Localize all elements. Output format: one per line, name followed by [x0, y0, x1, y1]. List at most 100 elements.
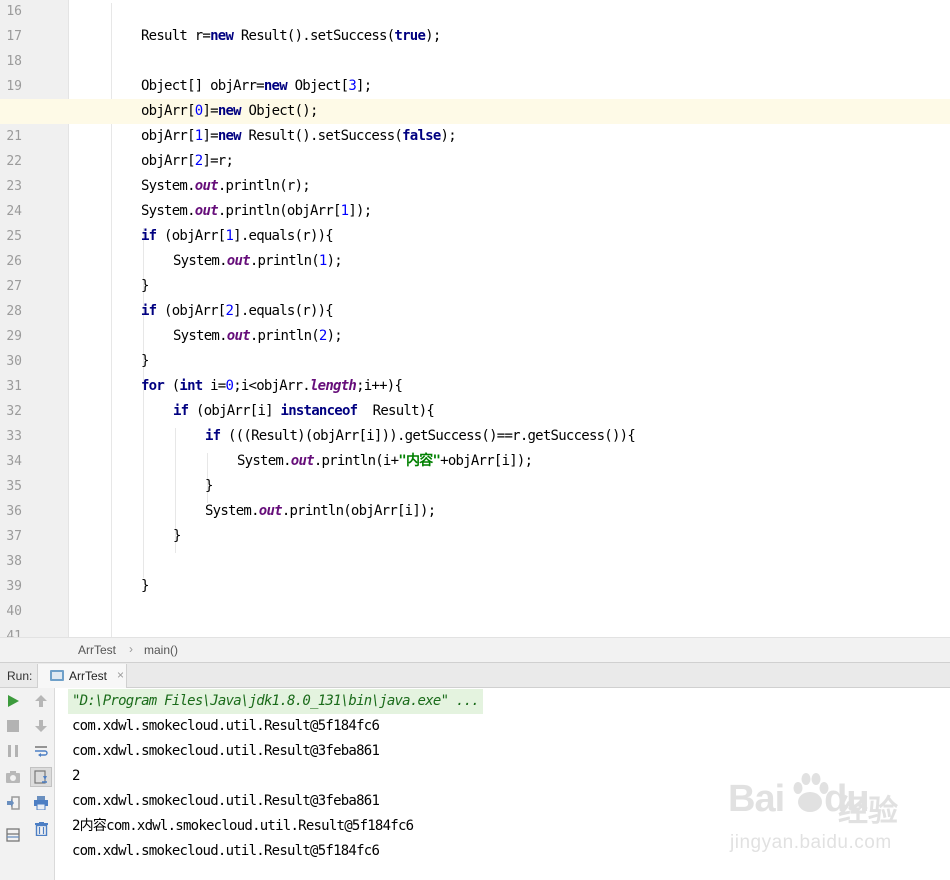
code-token-plain: }	[141, 353, 149, 369]
code-line[interactable]: System.out.println(2);	[0, 324, 950, 349]
code-token-plain: ;i<objArr.	[233, 378, 311, 394]
code-line[interactable]: System.out.println(1);	[0, 249, 950, 274]
code-line[interactable]: if (objArr[1].equals(r)){	[0, 224, 950, 249]
code-token-fld: out	[194, 203, 219, 219]
code-token-kw: false	[402, 128, 441, 144]
code-token-fld: out	[290, 453, 315, 469]
code-line[interactable]: System.out.println(r);	[0, 174, 950, 199]
code-token-plain: ;i++){	[356, 378, 403, 394]
code-token-plain: ]);	[348, 203, 372, 219]
close-tab-icon[interactable]: ×	[117, 668, 124, 682]
code-token-plain: .println(	[249, 328, 320, 344]
code-token-plain: }	[173, 528, 181, 544]
console-output-line: 2	[72, 768, 80, 784]
code-line[interactable]: for (int i=0;i<objArr.length;i++){	[0, 374, 950, 399]
code-editor[interactable]: 1617181920212223242526272829303132333435…	[0, 0, 950, 637]
code-line[interactable]	[0, 599, 950, 624]
breadcrumb-method[interactable]: main()	[144, 643, 178, 657]
code-token-plain: .println(objArr[	[217, 203, 342, 219]
console-output-line: com.xdwl.smokecloud.util.Result@3feba861	[72, 743, 380, 759]
console-output-line: com.xdwl.smokecloud.util.Result@5f184fc6	[72, 843, 380, 859]
code-line[interactable]: Object[] objArr=new Object[3];	[0, 74, 950, 99]
code-text: }	[141, 349, 149, 374]
code-token-plain: ]=	[202, 103, 218, 119]
code-line[interactable]	[0, 549, 950, 574]
code-token-plain: ]=	[202, 128, 218, 144]
code-line[interactable]: }	[0, 524, 950, 549]
code-token-kw: int	[179, 378, 203, 394]
code-token-plain: );	[425, 28, 441, 44]
layout-icon[interactable]	[2, 825, 24, 845]
code-line[interactable]	[0, 0, 950, 24]
code-text: System.out.println(objArr[1]);	[141, 199, 372, 224]
rerun-icon[interactable]	[2, 691, 24, 711]
code-token-kw: if	[173, 403, 189, 419]
code-token-plain: );	[326, 328, 343, 344]
code-line[interactable]	[0, 49, 950, 74]
scroll-up-icon[interactable]	[30, 691, 52, 711]
camera-icon[interactable]	[2, 767, 24, 787]
breadcrumb-separator: ›	[129, 642, 133, 656]
scroll-to-end-icon[interactable]	[30, 767, 52, 787]
code-text: System.out.println(i+"内容"+objArr[i]);	[237, 449, 533, 474]
code-line[interactable]: System.out.println(i+"内容"+objArr[i]);	[0, 449, 950, 474]
code-token-plain: (((Result)(objArr[i])).getSuccess()==r.g…	[220, 428, 636, 444]
code-line[interactable]: }	[0, 349, 950, 374]
trash-icon[interactable]	[30, 819, 52, 839]
run-tab-label: ArrTest	[69, 669, 108, 683]
soft-wrap-icon[interactable]	[30, 741, 52, 761]
code-text: if (objArr[2].equals(r)){	[141, 299, 334, 324]
exit-icon[interactable]	[2, 793, 24, 813]
code-token-plain: Object[] objArr=	[141, 78, 265, 94]
code-line[interactable]: if (objArr[2].equals(r)){	[0, 299, 950, 324]
code-text: System.out.println(r);	[141, 174, 311, 199]
console-output-line: 2内容com.xdwl.smokecloud.util.Result@5f184…	[72, 818, 414, 834]
code-line[interactable]	[0, 624, 950, 637]
code-token-plain: objArr[	[141, 128, 196, 144]
code-token-plain: System.	[141, 203, 196, 219]
code-line[interactable]: if (objArr[i] instanceof Result){	[0, 399, 950, 424]
run-config-icon	[50, 670, 64, 681]
code-token-num: 1	[225, 228, 234, 244]
code-line[interactable]: System.out.println(objArr[1]);	[0, 199, 950, 224]
code-token-fld: out	[258, 503, 283, 519]
pause-icon[interactable]	[2, 741, 24, 761]
code-token-plain: ]=r;	[202, 153, 234, 169]
code-line[interactable]: System.out.println(objArr[i]);	[0, 499, 950, 524]
code-line[interactable]: }	[0, 574, 950, 599]
scroll-down-icon[interactable]	[30, 716, 52, 736]
code-lines[interactable]: Result r=new Result().setSuccess(true); O…	[0, 0, 950, 637]
breadcrumb-class[interactable]: ArrTest	[78, 643, 116, 657]
print-icon[interactable]	[30, 793, 52, 813]
breadcrumb: ArrTest › main()	[0, 637, 950, 662]
code-token-plain: System.	[173, 253, 228, 269]
code-token-plain: Result().setSuccess(	[233, 28, 395, 44]
code-token-plain: .println(i+	[313, 453, 399, 469]
watermark-url: jingyan.baidu.com	[730, 832, 892, 853]
code-line[interactable]: objArr[1]=new Result().setSuccess(false)…	[0, 124, 950, 149]
code-token-kw: instanceof	[280, 403, 359, 419]
code-token-plain: Object();	[240, 103, 319, 119]
code-token-plain: objArr[	[141, 103, 196, 119]
run-tab-arrtest[interactable]: ArrTest ×	[37, 664, 127, 688]
code-line[interactable]: }	[0, 274, 950, 299]
baidu-jingyan-watermark: Bai du 经验 jingyan.baidu.com	[728, 770, 938, 865]
code-line[interactable]: }	[0, 474, 950, 499]
code-text: if (objArr[1].equals(r)){	[141, 224, 334, 249]
code-text: }	[141, 274, 149, 299]
current-code-line[interactable]: objArr[0]=new Object();	[0, 99, 950, 124]
run-tool-window-header: Run: ArrTest ×	[0, 662, 950, 688]
code-text: }	[173, 524, 181, 549]
code-token-plain: }	[205, 478, 213, 494]
code-text: if (((Result)(objArr[i])).getSuccess()==…	[205, 424, 636, 449]
code-line[interactable]: Result r=new Result().setSuccess(true);	[0, 24, 950, 49]
stop-icon[interactable]	[2, 716, 24, 736]
code-token-plain: }	[141, 578, 149, 594]
code-token-fld: out	[226, 253, 251, 269]
code-text: }	[141, 574, 149, 599]
code-token-fld: out	[226, 328, 251, 344]
code-line[interactable]: objArr[2]=r;	[0, 149, 950, 174]
code-line[interactable]: if (((Result)(objArr[i])).getSuccess()==…	[0, 424, 950, 449]
code-token-plain: Result r=	[141, 28, 211, 44]
code-token-plain: .println(objArr[i]);	[281, 503, 436, 519]
